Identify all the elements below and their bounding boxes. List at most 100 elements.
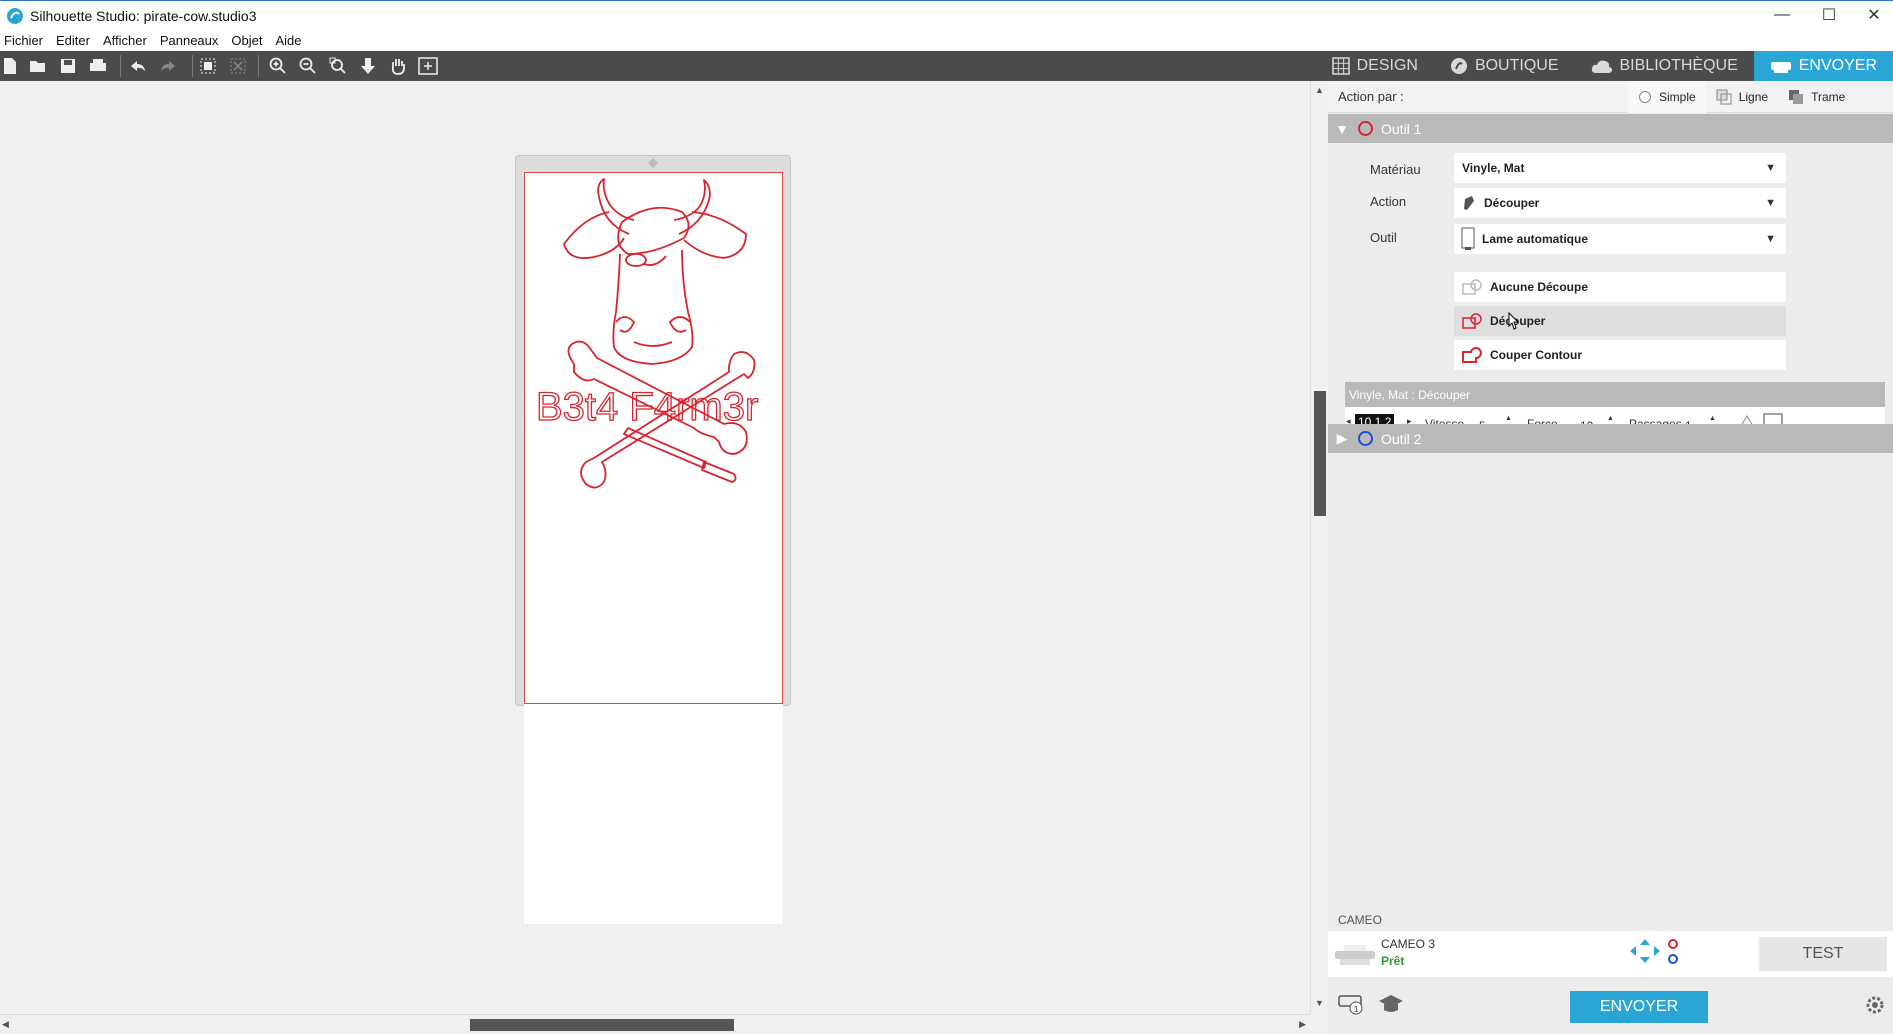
settings-header: Vinyle, Mat : Découper [1345,382,1885,407]
select-all-icon[interactable] [198,56,218,76]
close-button[interactable]: ✕ [1851,0,1893,30]
cutter-icon [1770,62,1791,73]
option-no-cut[interactable]: Aucune Découpe [1454,272,1786,302]
mode-trame-label: Trame [1811,89,1846,104]
tab-boutique[interactable]: BOUTIQUE [1433,51,1575,81]
vertical-scroll-thumb[interactable] [1314,391,1326,516]
menu-fichier[interactable]: Fichier [2,33,45,48]
scroll-right-icon[interactable]: ▶ [1299,1019,1306,1030]
tool1-header[interactable]: ▼ Outil 1 [1328,114,1893,143]
minimize-button[interactable]: — [1759,0,1805,30]
open-folder-icon[interactable] [28,56,48,76]
redo-icon[interactable] [158,56,178,76]
tool-label: Outil [1370,230,1397,245]
fill-mode-icon [1789,89,1804,104]
send-button[interactable]: ENVOYER [1570,991,1708,1023]
action-value: Découper [1484,196,1540,210]
tool-dropdown[interactable]: Lame automatique ▼ [1454,224,1786,254]
option-cut-contour-label: Couper Contour [1490,348,1582,362]
tab-boutique-label: BOUTIQUE [1474,57,1559,74]
tutorial-cap-icon[interactable] [1378,993,1404,1015]
tab-design-label: DESIGN [1356,57,1418,74]
mode-trame[interactable]: Trame [1778,81,1855,113]
tab-design[interactable]: DESIGN [1315,51,1434,81]
line-mode-icon [1716,89,1732,104]
undo-icon[interactable] [128,56,148,76]
menu-objet[interactable]: Objet [229,33,264,48]
scroll-down-icon[interactable]: ▼ [1315,998,1324,1008]
material-label: Matériau [1370,162,1421,177]
device-row: CAMEO 3 Prêt TEST [1328,931,1893,977]
scroll-up-icon[interactable]: ▲ [1315,85,1324,95]
horizontal-scrollbar[interactable]: ◀ ▶ [0,1014,1310,1034]
option-cut-contour[interactable]: Couper Contour [1454,340,1786,370]
action-bar: Action par : Simple Ligne Trame [1328,80,1893,113]
action-label: Action [1370,194,1407,209]
window-title: Silhouette Studio: pirate-cow.studio3 [30,7,257,24]
dropdown-arrow-icon: ▼ [1765,162,1776,174]
cut-icon [1462,313,1482,329]
expand-triangle-icon[interactable]: ▶ [1330,430,1354,447]
menu-afficher[interactable]: Afficher [101,33,149,48]
zoom-fit-icon[interactable] [328,56,348,76]
cloud-icon [1591,60,1612,73]
print-icon[interactable] [88,56,108,76]
device-status: Prêt [1381,954,1405,968]
autoblade-icon [1461,227,1475,250]
cut-contour-icon [1462,347,1482,363]
mode-ligne[interactable]: Ligne [1706,81,1778,113]
pirate-cow-design[interactable]: B3t4 F4rm3r [524,172,783,522]
action-by-label: Action par : [1338,89,1404,104]
test-button[interactable]: TEST [1759,937,1887,971]
device-section-label: CAMEO [1338,913,1383,927]
mode-simple[interactable]: Simple [1628,80,1706,113]
delete-icon[interactable] [228,56,248,76]
send-history-icon[interactable]: 1 [1338,991,1364,1015]
option-cut[interactable]: Découper [1454,306,1786,336]
mode-ligne-label: Ligne [1738,89,1769,104]
mode-simple-label: Simple [1659,89,1696,104]
grid-icon [1331,57,1350,75]
move-arrows-icon[interactable] [1628,937,1662,965]
device-name: CAMEO 3 [1381,937,1436,951]
nav-tabs: DESIGN BOUTIQUE BIBLIOTHÈQUE ENVOYER [1315,51,1893,81]
pan-hand-icon[interactable] [388,56,408,76]
menu-editer[interactable]: Editer [54,33,92,48]
material-dropdown[interactable]: Vinyle, Mat ▼ [1454,153,1786,183]
collapse-triangle-icon[interactable]: ▼ [1330,121,1354,137]
no-cut-icon [1462,279,1482,295]
save-icon[interactable] [58,56,78,76]
store-icon [1450,58,1467,74]
zoom-out-icon[interactable] [298,56,318,76]
move-handle-icon[interactable] [647,157,659,169]
title-bar: Silhouette Studio: pirate-cow.studio3 [0,0,1893,30]
send-panel: Action par : Simple Ligne Trame ▼ Outil … [1328,80,1893,1034]
horizontal-scroll-thumb[interactable] [470,1019,734,1031]
scroll-left-icon[interactable]: ◀ [2,1019,9,1030]
tab-envoyer[interactable]: ENVOYER [1753,51,1893,81]
tool2-ring-icon [1358,431,1373,446]
settings-gear-icon[interactable] [1864,994,1886,1016]
app-logo-icon [7,7,23,24]
tab-bibliotheque[interactable]: BIBLIOTHÈQUE [1574,51,1754,81]
move-down-icon[interactable] [358,56,378,76]
maximize-button[interactable]: ☐ [1806,0,1852,30]
action-dropdown[interactable]: Découper ▼ [1454,188,1786,218]
dropdown-arrow-icon: ▼ [1765,233,1776,245]
zoom-in-icon[interactable] [268,56,288,76]
vertical-scrollbar[interactable]: ▲ ▼ [1310,81,1328,1014]
menu-aide[interactable]: Aide [273,33,303,48]
tool2-header[interactable]: ▶ Outil 2 [1328,424,1893,453]
new-file-icon[interactable] [0,56,20,76]
material-value: Vinyle, Mat [1462,161,1525,175]
svg-text:1: 1 [1354,1005,1359,1014]
tab-bibliotheque-label: BIBLIOTHÈQUE [1619,57,1738,74]
menu-panneaux[interactable]: Panneaux [158,33,221,48]
cameo-machine-icon [1335,945,1375,965]
design-text: B3t4 F4rm3r [536,385,758,429]
add-page-icon[interactable] [418,56,438,76]
tool-value: Lame automatique [1482,232,1589,246]
blade-icon [1464,196,1474,210]
tool-select-icon[interactable] [1666,937,1680,967]
tool1-ring-icon [1358,121,1373,136]
